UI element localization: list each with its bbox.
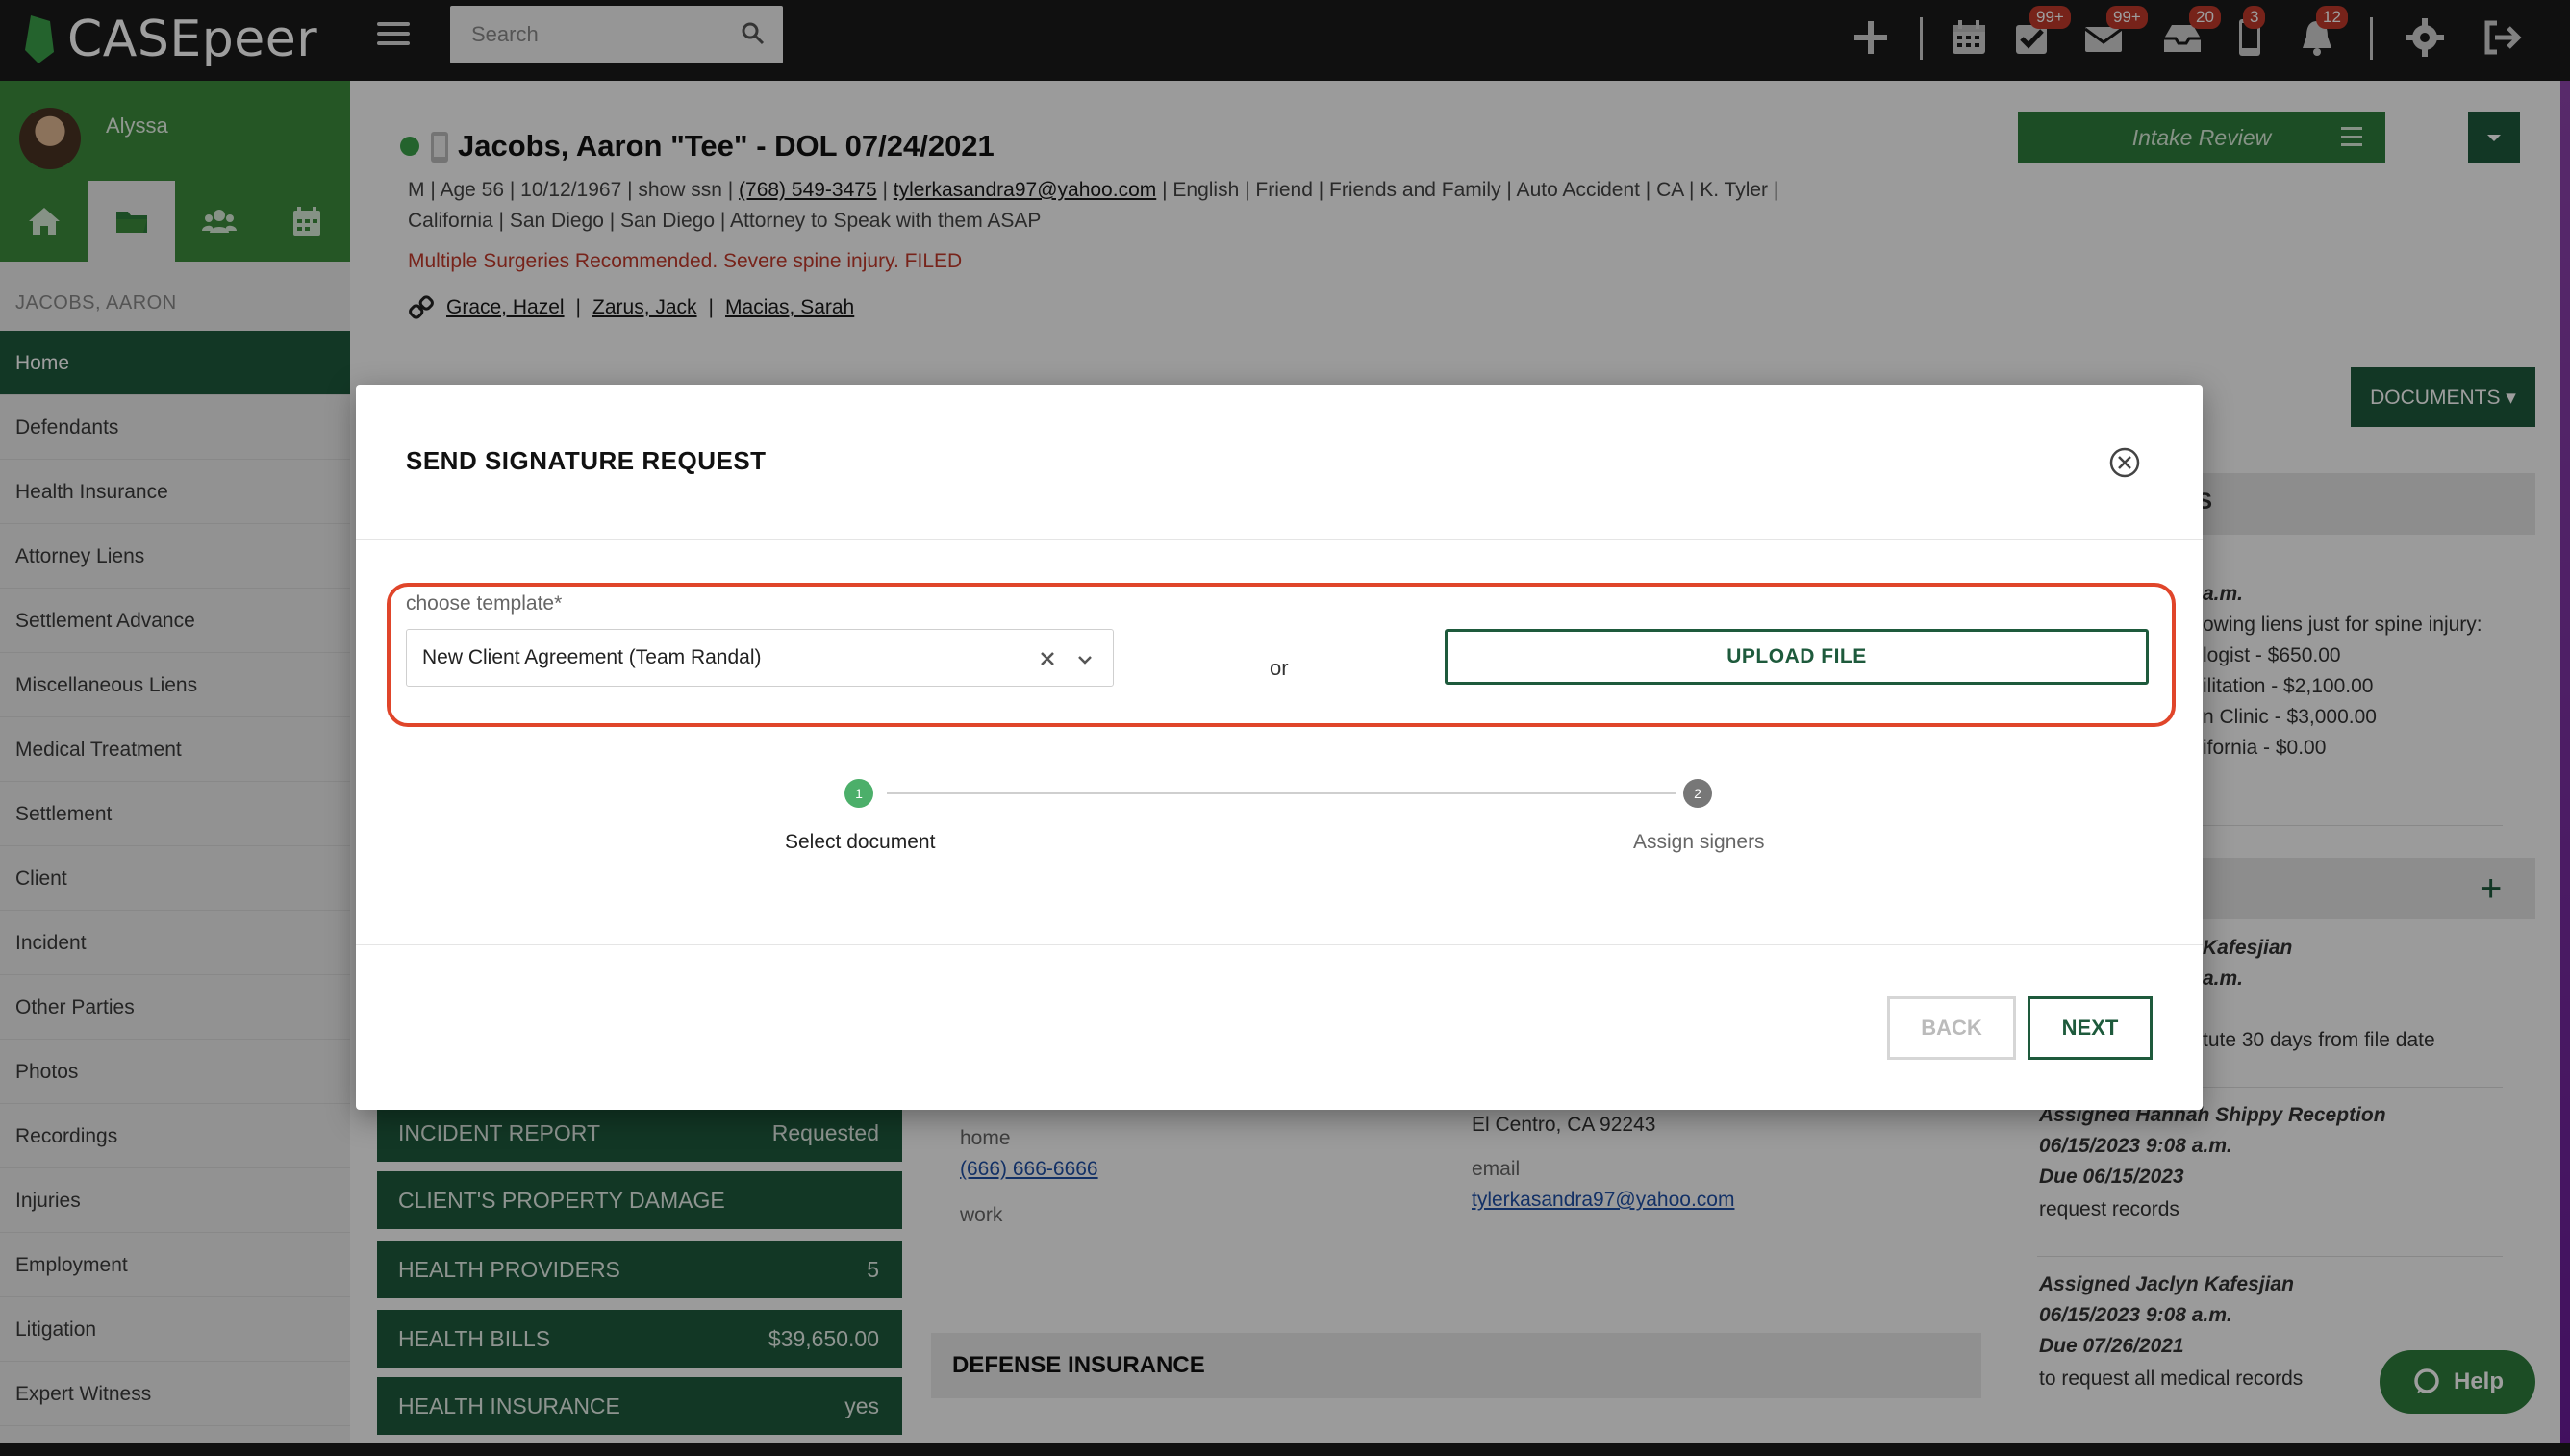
step-1-label: Select document xyxy=(785,831,936,853)
modal-divider xyxy=(356,944,2203,945)
required-mark: * xyxy=(554,592,563,615)
stepper-line xyxy=(887,792,1676,794)
template-label-text: choose template xyxy=(406,592,555,615)
close-icon[interactable] xyxy=(2108,446,2141,479)
next-button[interactable]: NEXT xyxy=(2028,996,2153,1060)
chevron-down-icon[interactable] xyxy=(1074,649,1096,670)
clear-icon[interactable] xyxy=(1036,647,1059,670)
template-input[interactable] xyxy=(407,630,1113,686)
back-button[interactable]: BACK xyxy=(1887,996,2016,1060)
modal-title: SEND SIGNATURE REQUEST xyxy=(406,446,767,475)
upload-file-button[interactable]: UPLOAD FILE xyxy=(1445,629,2149,685)
modal-divider xyxy=(356,539,2203,540)
step-1-indicator: 1 xyxy=(844,779,873,808)
step-2-label: Assign signers xyxy=(1633,831,1765,853)
template-label: choose template* xyxy=(406,592,562,615)
or-separator: or xyxy=(1270,656,1289,680)
template-select[interactable] xyxy=(406,629,1114,687)
step-2-indicator: 2 xyxy=(1683,779,1712,808)
signature-request-modal: SEND SIGNATURE REQUEST choose template* … xyxy=(356,385,2203,1110)
